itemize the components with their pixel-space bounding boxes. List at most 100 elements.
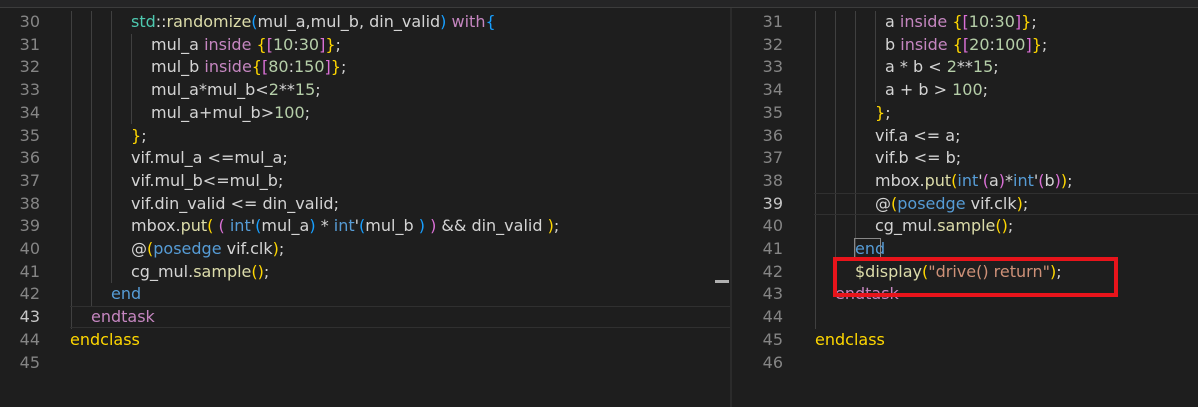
code-line[interactable]: 44 endclass <box>0 329 730 351</box>
code-line[interactable]: 34 mul_a+mul_b>100; <box>0 102 730 124</box>
editor-tab-strip <box>0 0 1198 8</box>
code-token: ; <box>278 239 285 258</box>
right-editor-pane[interactable]: 31 a inside {[10:30]}; 32 b inside {[20:100… <box>732 8 1198 407</box>
code-text: a + b > 100; <box>885 79 988 101</box>
code-text: endclass <box>70 329 140 351</box>
line-number: 36 <box>19 148 40 168</box>
code-line[interactable]: 30 std::randomize(mul_a,mul_b, din_valid)… <box>0 11 730 33</box>
code-line[interactable]: 34 a + b > 100; <box>732 79 1198 101</box>
line-number: 41 <box>19 261 40 281</box>
code-text: }; <box>131 125 147 147</box>
line-number: 35 <box>762 102 783 122</box>
code-line[interactable]: 41 cg_mul.sample(); <box>0 261 730 283</box>
code-token: mbox. <box>875 170 925 190</box>
code-text: vif.b <= b; <box>875 147 961 169</box>
code-line[interactable]: 43 endtask <box>0 306 730 328</box>
code-token: 30 <box>298 34 320 54</box>
code-token: ; <box>885 102 891 122</box>
code-line[interactable]: 44 <box>732 306 1198 328</box>
line-number: 30 <box>19 12 40 31</box>
code-token: with <box>451 12 486 31</box>
line-number: 44 <box>19 329 40 349</box>
code-token: a <box>988 170 999 190</box>
code-line[interactable]: 46 <box>732 352 1198 374</box>
code-token: { <box>952 12 963 31</box>
code-token: } <box>875 102 886 122</box>
code-line[interactable]: 39 mbox.put( ( int'(mul_a) * int'(mul_b )… <box>0 215 730 237</box>
code-token: ; <box>1031 12 1037 31</box>
code-token: put <box>924 170 952 190</box>
left-editor-pane[interactable]: 30 std::randomize(mul_a,mul_b, din_valid)… <box>0 8 730 407</box>
code-token: 100 <box>994 34 1026 54</box>
code-text: b inside {[20:100]}; <box>885 34 1047 56</box>
line-number: 38 <box>19 193 40 213</box>
code-line[interactable]: 31 a inside {[10:30]}; <box>732 11 1198 33</box>
code-line[interactable]: 45 endclass <box>732 329 1198 351</box>
overview-ruler-mark <box>715 280 729 284</box>
code-text: vif.mul_b<=mul_b; <box>131 170 283 192</box>
code-token: } <box>131 125 142 145</box>
code-token: { <box>256 34 267 54</box>
code-token: mbox. <box>131 216 181 236</box>
code-token: () <box>251 261 264 281</box>
code-token: randomize <box>166 12 252 31</box>
code-token: inside <box>900 34 948 54</box>
code-token: ** <box>956 57 973 77</box>
code-token: ; <box>1067 170 1073 190</box>
line-number: 42 <box>19 284 40 304</box>
code-line[interactable]: 35}; <box>0 125 730 147</box>
code-line[interactable]: 37 vif.mul_b<=mul_b; <box>0 170 730 192</box>
code-line[interactable]: 38 vif.din_valid <= din_valid; <box>0 193 730 215</box>
code-line[interactable]: 31 mul_a inside {[10:30]}; <box>0 34 730 56</box>
line-number: 44 <box>762 307 783 327</box>
code-token: 80 <box>268 57 289 77</box>
code-token: } <box>330 57 341 77</box>
code-text: a inside {[10:30]}; <box>885 11 1037 33</box>
code-token: 100 <box>952 80 983 100</box>
code-line[interactable]: 33 a * b < 2**15; <box>732 56 1198 78</box>
line-number: 39 <box>19 216 40 236</box>
code-line[interactable]: 39 @(posedge vif.clk); <box>732 193 1198 215</box>
code-line[interactable]: 45 <box>0 352 730 374</box>
code-line[interactable]: 36 vif.mul_a <=mul_a; <box>0 147 730 169</box>
code-token: mul_a <box>261 216 310 236</box>
code-token: endtask <box>91 307 155 327</box>
line-number: 42 <box>762 261 783 281</box>
code-text: end <box>111 283 141 305</box>
code-token: int <box>229 216 251 236</box>
code-token: 150 <box>293 57 325 77</box>
code-token: 2 <box>946 57 957 77</box>
code-token: vif.clk <box>965 193 1017 213</box>
code-token: ; <box>1007 216 1014 236</box>
code-token: 15 <box>294 80 316 100</box>
code-line[interactable]: 37 vif.b <= b; <box>732 147 1198 169</box>
code-token: endclass <box>70 329 140 349</box>
code-line[interactable]: 33 mul_a*mul_b<2**15; <box>0 79 730 101</box>
code-line[interactable]: 40 @(posedge vif.clk); <box>0 238 730 260</box>
code-token: @ <box>131 239 147 258</box>
code-token: endclass <box>815 329 885 349</box>
code-token: ; <box>304 102 311 122</box>
code-token: cg_mul. <box>875 216 938 236</box>
code-token: end <box>111 284 142 304</box>
line-number: 34 <box>762 80 783 100</box>
red-annotation-box <box>833 257 1118 297</box>
code-token: inside <box>204 34 252 54</box>
code-text: mul_a+mul_b>100; <box>151 102 310 124</box>
code-text: a * b < 2**15; <box>885 56 999 78</box>
code-token: cg_mul. <box>131 261 194 281</box>
code-token: { <box>485 12 496 31</box>
code-text: @(posedge vif.clk); <box>875 193 1028 215</box>
code-token: ** <box>278 80 295 100</box>
code-line[interactable]: 32 b inside {[20:100]}; <box>732 34 1198 56</box>
code-token: } <box>325 34 336 54</box>
code-line[interactable]: 42 end <box>0 283 730 305</box>
code-line[interactable]: 35}; <box>732 102 1198 124</box>
code-token: ; <box>1041 34 1048 54</box>
code-line[interactable]: 36 vif.a <= a; <box>732 125 1198 147</box>
code-line[interactable]: 32 mul_b inside{[80:150]}; <box>0 56 730 78</box>
code-token: && din_valid <box>436 216 548 236</box>
code-text: vif.mul_a <=mul_a; <box>131 147 288 169</box>
code-line[interactable]: 40 cg_mul.sample(); <box>732 215 1198 237</box>
code-line[interactable]: 38 mbox.put(int'(a)*int'(b)); <box>732 170 1198 192</box>
